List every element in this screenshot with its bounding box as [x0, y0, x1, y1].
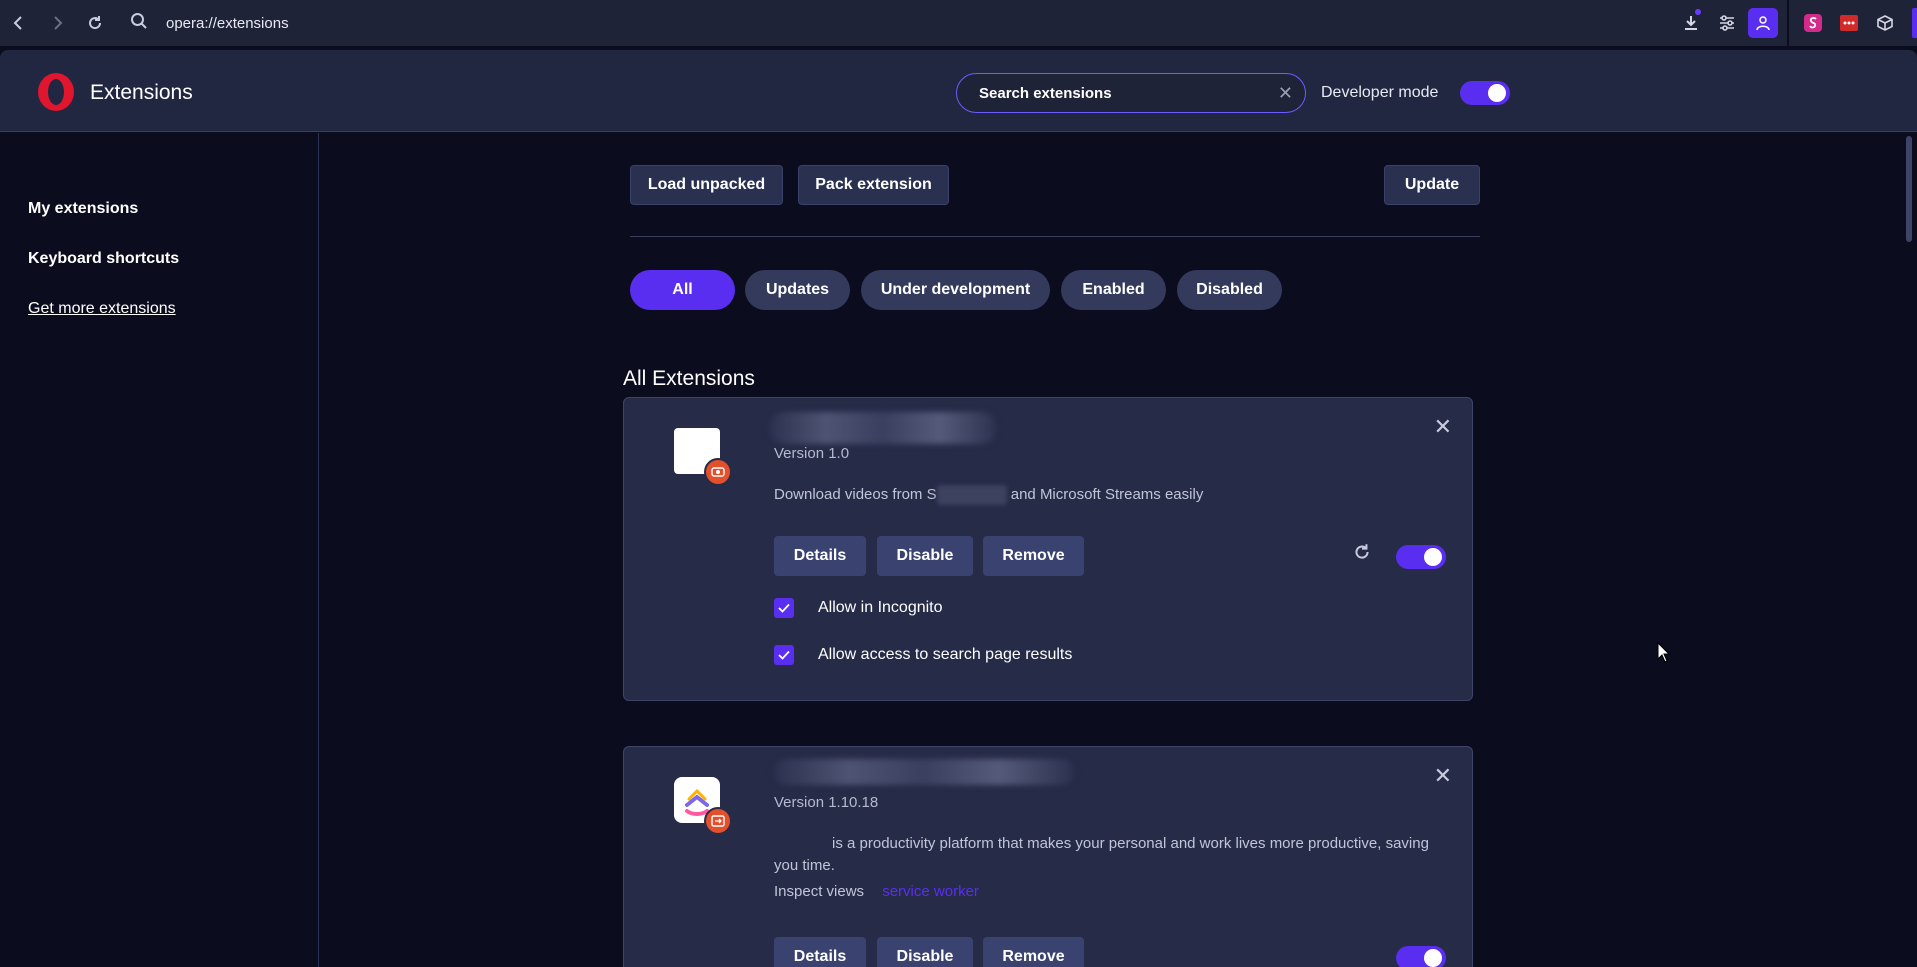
filter-enabled[interactable]: Enabled — [1061, 270, 1166, 310]
load-unpacked-button[interactable]: Load unpacked — [630, 165, 783, 205]
service-worker-link[interactable]: service worker — [882, 883, 979, 900]
checkbox-checked-icon[interactable] — [774, 598, 794, 618]
update-button[interactable]: Update — [1384, 165, 1480, 205]
extension-description: Download videos from S and Microsoft Str… — [774, 484, 1454, 506]
filter-under-development[interactable]: Under development — [861, 270, 1050, 310]
pack-extension-button[interactable]: Pack extension — [798, 165, 949, 205]
sidebar-item-my-extensions[interactable]: My extensions — [28, 200, 138, 218]
download-icon — [1685, 16, 1697, 30]
search-input[interactable] — [979, 84, 1259, 102]
extension-enable-toggle[interactable] — [1396, 545, 1446, 569]
extension-s-icon — [1804, 14, 1822, 32]
back-button[interactable] — [0, 0, 38, 46]
description-start: Download videos from S — [774, 486, 937, 503]
extensions-header: Extensions ✕ Developer mode — [0, 50, 1917, 132]
filter-all[interactable]: All — [630, 270, 735, 310]
arrow-left-icon — [13, 16, 22, 30]
extension-dots-icon — [1840, 15, 1858, 31]
checkbox-label: Allow access to search page results — [818, 646, 1073, 663]
extension-name-redacted — [769, 412, 997, 444]
extension-card: ✕ Version 1.10.18 is a productivity plat… — [623, 746, 1473, 967]
close-icon[interactable]: ✕ — [1434, 414, 1452, 440]
remove-button[interactable]: Remove — [983, 536, 1084, 576]
easy-setup-button[interactable] — [1709, 0, 1745, 46]
checkbox-checked-icon[interactable] — [774, 645, 794, 665]
checkbox-label: Allow in Incognito — [818, 599, 943, 616]
reload-button[interactable] — [76, 0, 114, 46]
toolbar-divider — [630, 236, 1480, 237]
reload-icon — [89, 16, 102, 30]
settings-sliders-icon — [1720, 15, 1734, 31]
extension-version: Version 1.0 — [774, 445, 850, 462]
redacted-word — [936, 485, 1007, 506]
sidebar-handle[interactable] — [1912, 8, 1917, 38]
details-button[interactable]: Details — [774, 937, 866, 967]
inspect-views: Inspect views service worker — [774, 883, 979, 900]
url-text[interactable]: opera://extensions — [166, 15, 289, 32]
section-title: All Extensions — [623, 367, 755, 390]
clear-search-icon[interactable]: ✕ — [1278, 83, 1293, 104]
extension-pin-2[interactable] — [1831, 0, 1867, 46]
extensions-menu-button[interactable] — [1867, 0, 1903, 46]
reload-extension-icon[interactable] — [1352, 542, 1372, 568]
extension-version: Version 1.10.18 — [774, 794, 879, 811]
description-end: and Microsoft Streams easily — [1006, 486, 1204, 503]
cube-icon — [1877, 15, 1893, 31]
browser-toolbar: opera://extensions — [0, 0, 1917, 46]
sidebar-item-keyboard-shortcuts[interactable]: Keyboard shortcuts — [28, 250, 179, 268]
extension-card: ✕ Version 1.0 Download videos from S and… — [623, 397, 1473, 701]
opera-logo-icon — [38, 73, 74, 111]
search-icon — [130, 12, 152, 35]
page-title: Extensions — [90, 81, 193, 104]
forward-button[interactable] — [38, 0, 76, 46]
notification-dot — [1695, 9, 1701, 15]
toolbar-separator — [1787, 0, 1789, 46]
developer-mode-toggle[interactable] — [1460, 81, 1510, 105]
profile-icon — [1748, 8, 1778, 38]
allow-search-results-row[interactable]: Allow access to search page results — [774, 645, 1072, 665]
profile-button[interactable] — [1745, 0, 1781, 46]
extension-pin-1[interactable] — [1795, 0, 1831, 46]
details-button[interactable]: Details — [774, 536, 866, 576]
unpacked-badge-icon — [704, 807, 732, 835]
inspect-views-label: Inspect views — [774, 883, 865, 900]
close-icon[interactable]: ✕ — [1434, 763, 1452, 789]
arrow-right-icon — [54, 16, 63, 30]
extension-enable-toggle[interactable] — [1396, 946, 1446, 967]
search-extensions-box[interactable]: ✕ — [956, 73, 1306, 113]
mouse-cursor-icon — [1657, 642, 1671, 663]
extension-description: is a productivity platform that makes yo… — [774, 835, 1429, 874]
sidebar-item-get-more-extensions[interactable]: Get more extensions — [28, 300, 176, 318]
toolbar-right — [1673, 0, 1917, 46]
page-scrollbar[interactable] — [1906, 136, 1912, 242]
downloads-button[interactable] — [1673, 0, 1709, 46]
filter-updates[interactable]: Updates — [745, 270, 850, 310]
developer-mode-label: Developer mode — [1321, 84, 1439, 101]
filter-disabled[interactable]: Disabled — [1177, 270, 1282, 310]
remove-button[interactable]: Remove — [983, 937, 1084, 967]
extension-name-redacted — [774, 759, 1074, 785]
video-badge-icon — [704, 458, 732, 486]
allow-incognito-row[interactable]: Allow in Incognito — [774, 598, 943, 618]
address-bar[interactable]: opera://extensions — [130, 12, 289, 35]
sidebar: My extensions Keyboard shortcuts Get mor… — [0, 133, 319, 967]
disable-button[interactable]: Disable — [877, 536, 973, 576]
disable-button[interactable]: Disable — [877, 937, 973, 967]
